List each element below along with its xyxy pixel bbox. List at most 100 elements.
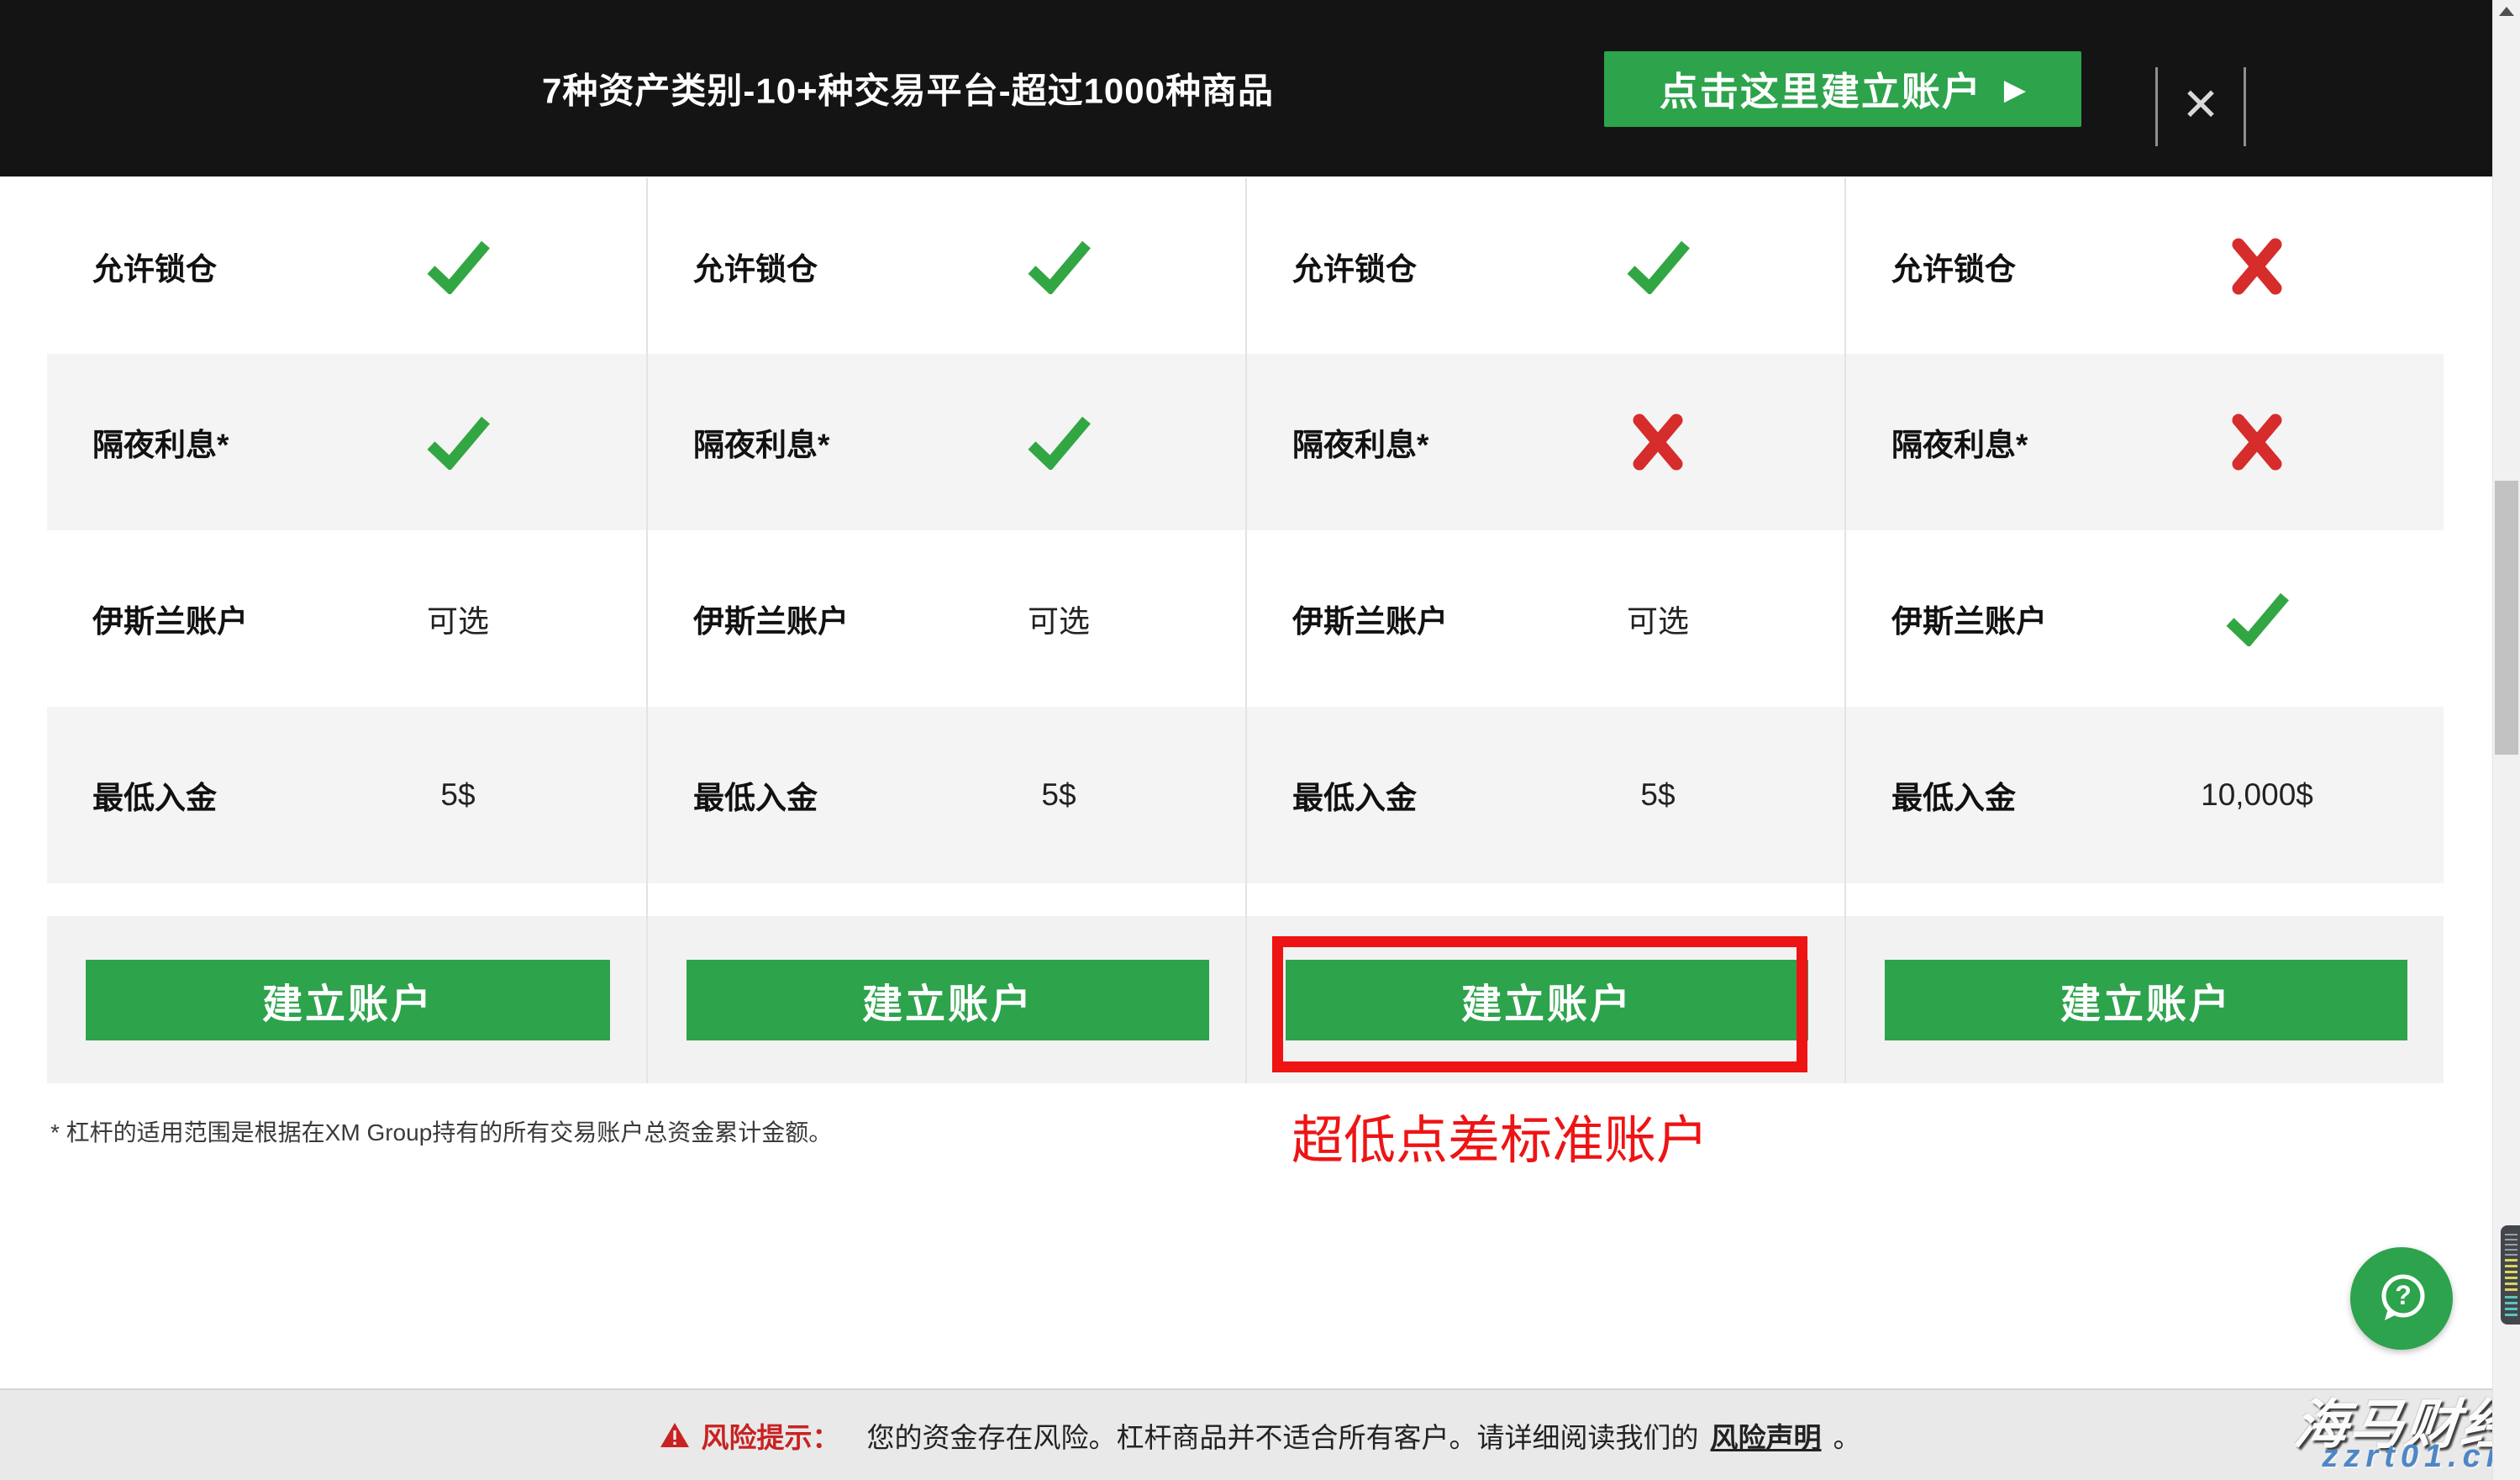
risk-statement-link[interactable]: 风险声明: [1711, 1415, 1822, 1456]
account-column-4: 允许锁仓 隔夜利息* 伊斯兰账户 最低入金 10,000$ 建立账户: [1844, 178, 2444, 1083]
feature-row: 最低入金 5$: [47, 707, 646, 883]
feature-row: 最低入金 5$: [648, 707, 1245, 883]
check-icon: [424, 239, 492, 294]
question-bubble-icon: ?: [2373, 1270, 2430, 1327]
create-account-button[interactable]: 建立账户: [1885, 960, 2407, 1040]
feature-row: 隔夜利息*: [1247, 354, 1844, 530]
check-icon: [1024, 414, 1093, 470]
feature-value: 可选: [1028, 596, 1090, 641]
scrollbar-thumb[interactable]: [2495, 481, 2518, 755]
check-icon: [1024, 239, 1093, 294]
accounts-comparison-table: 允许锁仓 隔夜利息* 伊斯兰账户 可选 最低入金 5$ 建立账户 允许锁仓: [47, 178, 2444, 1083]
feature-label: 隔夜利息*: [693, 419, 829, 465]
feature-label: 隔夜利息*: [1891, 419, 2028, 465]
check-icon: [1623, 239, 1692, 294]
feature-value: [1623, 239, 1692, 294]
promo-banner: 7种资产类别-10+种交易平台-超过1000种商品 点击这里建立账户 ▶ ✕: [0, 0, 2520, 176]
button-row: 建立账户: [47, 916, 646, 1083]
risk-text: 您的资金存在风险。杠杆商品并不适合所有客户。请详细阅读我们的: [867, 1415, 1699, 1456]
close-button[interactable]: ✕: [2171, 64, 2230, 145]
scroll-markers-widget[interactable]: [2501, 1225, 2520, 1325]
divider: [2155, 67, 2158, 146]
create-account-button[interactable]: 建立账户: [687, 960, 1209, 1040]
cross-icon: [2231, 237, 2283, 296]
arrow-right-icon: ▶: [2004, 76, 2026, 104]
feature-row: 允许锁仓: [1846, 178, 2444, 354]
feature-value: [424, 239, 492, 294]
feature-label: 伊斯兰账户: [1891, 596, 2047, 641]
feature-label: 允许锁仓: [92, 244, 217, 289]
risk-disclaimer-bar: 风险提示： 您的资金存在风险。杠杆商品并不适合所有客户。请详细阅读我们的 风险声…: [0, 1388, 2520, 1480]
annotation-text: 超低点差标准账户: [1292, 1098, 1708, 1173]
feature-value: 可选: [427, 596, 489, 641]
feature-row: 最低入金 10,000$: [1846, 707, 2444, 883]
marker-stripes-yellow: [2505, 1259, 2517, 1293]
account-column-1: 允许锁仓 隔夜利息* 伊斯兰账户 可选 最低入金 5$ 建立账户: [47, 178, 646, 1083]
feature-label: 隔夜利息*: [92, 419, 229, 465]
feature-value: 5$: [440, 777, 475, 813]
feature-label: 伊斯兰账户: [693, 596, 849, 641]
feature-row: 隔夜利息*: [1846, 354, 2444, 530]
row-gap: [648, 883, 1245, 916]
cross-icon: [2231, 413, 2283, 471]
feature-value: [1024, 414, 1093, 470]
check-icon: [424, 414, 492, 470]
feature-value: [2231, 237, 2283, 296]
feature-label: 最低入金: [1891, 772, 2016, 818]
feature-value: [424, 414, 492, 470]
svg-text:?: ?: [2395, 1280, 2412, 1310]
feature-label: 隔夜利息*: [1292, 419, 1428, 465]
feature-row: 伊斯兰账户 可选: [648, 530, 1245, 707]
feature-row: 伊斯兰账户: [1846, 530, 2444, 707]
scroll-up-arrow[interactable]: [2499, 7, 2514, 16]
feature-label: 伊斯兰账户: [92, 596, 248, 641]
divider: [2244, 67, 2246, 146]
feature-value: 5$: [1640, 777, 1675, 813]
feature-value: 可选: [1627, 596, 1689, 641]
row-gap: [1247, 883, 1844, 916]
page: 7种资产类别-10+种交易平台-超过1000种商品 点击这里建立账户 ▶ ✕ 允…: [0, 0, 2520, 1480]
feature-row: 最低入金 5$: [1247, 707, 1844, 883]
row-gap: [47, 883, 646, 916]
marker-stripes-gray: [2505, 1234, 2517, 1256]
feature-value: [2231, 413, 2283, 471]
feature-label: 最低入金: [693, 772, 818, 818]
help-button[interactable]: ?: [2350, 1247, 2453, 1350]
feature-label: 允许锁仓: [1292, 244, 1417, 289]
feature-label: 最低入金: [1292, 772, 1417, 818]
marker-stripes-teal: [2505, 1296, 2517, 1318]
feature-value: [1024, 239, 1093, 294]
feature-value: [1632, 413, 1684, 471]
account-column-3: 允许锁仓 隔夜利息* 伊斯兰账户 可选 最低入金 5$ 建立账户: [1245, 178, 1844, 1083]
feature-row: 允许锁仓: [648, 178, 1245, 354]
create-account-button[interactable]: 建立账户: [1286, 960, 1808, 1040]
feature-label: 允许锁仓: [693, 244, 818, 289]
feature-value: 5$: [1041, 777, 1076, 813]
row-gap: [1846, 883, 2444, 916]
feature-label: 伊斯兰账户: [1292, 596, 1448, 641]
feature-row: 伊斯兰账户 可选: [47, 530, 646, 707]
leverage-footnote: * 杠杆的适用范围是根据在XM Group持有的所有交易账户总资金累计金额。: [50, 1114, 832, 1148]
cross-icon: [1632, 413, 1684, 471]
button-row: 建立账户: [1247, 916, 1844, 1083]
button-row: 建立账户: [648, 916, 1245, 1083]
feature-row: 允许锁仓: [1247, 178, 1844, 354]
feature-row: 伊斯兰账户 可选: [1247, 530, 1844, 707]
risk-text-end: 。: [1833, 1415, 1861, 1456]
create-account-cta[interactable]: 点击这里建立账户 ▶: [1604, 51, 2081, 127]
banner-title: 7种资产类别-10+种交易平台-超过1000种商品: [542, 63, 1274, 114]
feature-label: 允许锁仓: [1891, 244, 2016, 289]
feature-value: 10,000$: [2201, 777, 2313, 813]
warning-icon: [660, 1421, 690, 1449]
close-icon: ✕: [2181, 78, 2219, 131]
feature-label: 最低入金: [92, 772, 217, 818]
cta-label: 点击这里建立账户: [1660, 61, 1982, 117]
feature-row: 隔夜利息*: [47, 354, 646, 530]
check-icon: [2223, 591, 2291, 646]
create-account-button[interactable]: 建立账户: [86, 960, 610, 1040]
feature-row: 隔夜利息*: [648, 354, 1245, 530]
risk-label: 风险提示：: [702, 1415, 840, 1456]
watermark-url: zzrt01.cn: [2322, 1439, 2512, 1475]
account-column-2: 允许锁仓 隔夜利息* 伊斯兰账户 可选 最低入金 5$ 建立账户: [646, 178, 1245, 1083]
feature-row: 允许锁仓: [47, 178, 646, 354]
